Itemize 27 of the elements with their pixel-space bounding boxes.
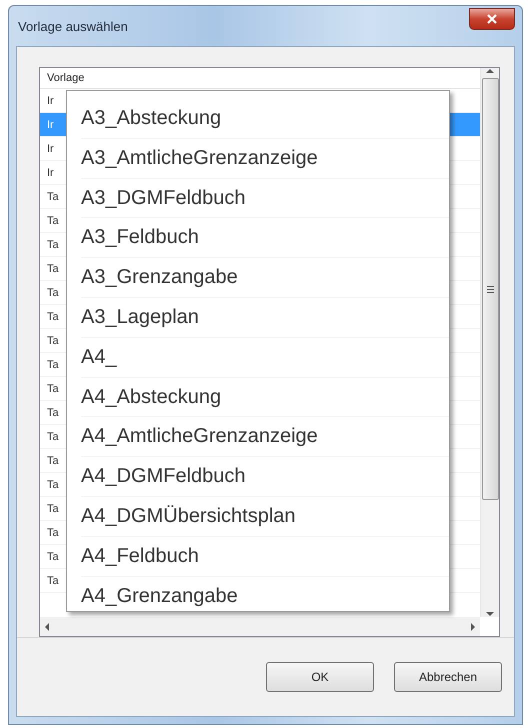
- close-button[interactable]: [469, 8, 515, 30]
- suggestion-item[interactable]: A4_: [81, 338, 449, 378]
- cancel-button[interactable]: Abbrechen: [394, 662, 502, 692]
- scroll-down-icon[interactable]: [486, 611, 494, 617]
- suggestion-item[interactable]: A4_Grenzangabe: [81, 576, 449, 611]
- horizontal-scrollbar[interactable]: [40, 617, 480, 636]
- scroll-thumb[interactable]: [482, 78, 498, 500]
- vertical-scrollbar[interactable]: [480, 68, 499, 617]
- suggestion-item[interactable]: A3_Absteckung: [81, 99, 449, 139]
- suggestion-item[interactable]: A3_DGMFeldbuch: [81, 178, 449, 218]
- suggestion-item[interactable]: A4_Feldbuch: [81, 536, 449, 577]
- scroll-left-icon[interactable]: [44, 622, 50, 630]
- grip-icon: [486, 286, 494, 292]
- scroll-right-icon[interactable]: [470, 622, 476, 630]
- ok-button[interactable]: OK: [266, 662, 374, 692]
- close-icon: [487, 14, 497, 24]
- suggestion-item[interactable]: A4_DGMFeldbuch: [81, 457, 449, 497]
- suggestion-item[interactable]: A3_AmtlicheGrenzanzeige: [81, 138, 449, 179]
- scroll-up-icon[interactable]: [486, 68, 494, 74]
- suggestion-item[interactable]: A3_Lageplan: [81, 298, 449, 338]
- suggestion-item[interactable]: A3_Grenzangabe: [81, 258, 449, 298]
- suggestion-item[interactable]: A4_DGMÜbersichtsplan: [81, 496, 449, 537]
- window-title: Vorlage auswählen: [18, 18, 128, 34]
- suggestion-item[interactable]: A4_Absteckung: [81, 378, 449, 418]
- suggestion-item[interactable]: A3_Feldbuch: [81, 218, 449, 258]
- column-header[interactable]: Vorlage: [40, 68, 480, 89]
- suggestion-item[interactable]: A4_AmtlicheGrenzanzeige: [81, 417, 449, 458]
